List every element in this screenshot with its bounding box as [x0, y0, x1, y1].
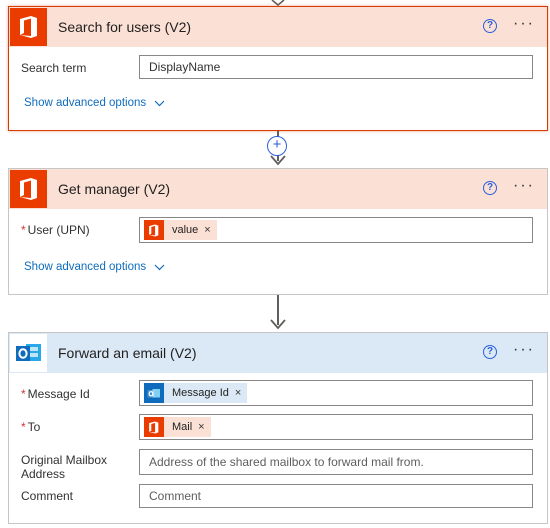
field-label-message-id: * Message Id: [21, 387, 90, 401]
search-term-value: DisplayName: [149, 60, 221, 74]
add-step-button[interactable]: +: [267, 136, 287, 156]
comment-placeholder: Comment: [149, 489, 202, 503]
card-title: Get manager (V2): [58, 181, 171, 197]
help-icon[interactable]: ?: [483, 19, 497, 33]
to-input[interactable]: Mail ×: [139, 414, 533, 440]
more-options-icon[interactable]: ···: [513, 16, 535, 32]
token-label: value: [172, 224, 199, 236]
help-icon[interactable]: ?: [483, 345, 497, 359]
token-label: Mail: [172, 421, 193, 433]
more-options-icon[interactable]: ···: [513, 342, 535, 358]
search-term-input[interactable]: DisplayName: [139, 55, 533, 79]
field-label-comment: Comment: [21, 489, 74, 503]
card-header[interactable]: Search for users (V2) ? ···: [9, 7, 547, 47]
field-label-text: Message Id: [27, 387, 90, 401]
card-title: Search for users (V2): [58, 19, 192, 35]
chevron-down-icon: [154, 264, 165, 270]
more-options-icon[interactable]: ···: [513, 178, 535, 194]
office-logo-icon: [10, 8, 47, 46]
show-advanced-options-link[interactable]: Show advanced options: [24, 97, 165, 109]
help-icon[interactable]: ?: [483, 181, 497, 195]
dynamic-content-token[interactable]: Message Id ×: [144, 383, 248, 403]
comment-input[interactable]: Comment: [139, 484, 533, 508]
dynamic-content-token[interactable]: value ×: [144, 220, 217, 240]
remove-token-icon[interactable]: ×: [198, 421, 204, 433]
show-advanced-options-link[interactable]: Show advanced options: [24, 261, 165, 273]
outlook-logo-icon: [144, 383, 164, 403]
outlook-logo-icon: [10, 334, 47, 372]
required-marker: *: [21, 387, 26, 401]
original-mailbox-address-input[interactable]: Address of the shared mailbox to forward…: [139, 449, 533, 475]
office-logo-icon: [144, 220, 164, 240]
required-marker: *: [21, 420, 26, 434]
user-upn-input[interactable]: value ×: [139, 217, 533, 243]
show-advanced-options-label: Show advanced options: [24, 261, 147, 273]
field-label-text: To: [27, 420, 41, 434]
dynamic-content-token[interactable]: Mail ×: [144, 417, 211, 437]
show-advanced-options-label: Show advanced options: [24, 97, 147, 109]
field-label-to: * To: [21, 420, 40, 434]
card-header[interactable]: Get manager (V2) ? ···: [9, 169, 547, 209]
field-label-user-upn: * User (UPN): [21, 223, 90, 237]
office-logo-icon: [144, 417, 164, 437]
field-label-original-mailbox-address: Original Mailbox Address: [21, 453, 108, 481]
chevron-down-icon: [154, 100, 165, 106]
required-marker: *: [21, 223, 26, 237]
card-title: Forward an email (V2): [58, 345, 197, 361]
remove-token-icon[interactable]: ×: [235, 387, 241, 399]
connector-arrowhead: [270, 319, 286, 330]
remove-token-icon[interactable]: ×: [204, 224, 210, 236]
action-card-forward-email[interactable]: Forward an email (V2) ? ··· * Message Id …: [8, 332, 548, 524]
token-label: Message Id: [172, 387, 229, 399]
action-card-search-users[interactable]: Search for users (V2) ? ··· Search term …: [8, 6, 548, 131]
office-logo-icon: [10, 170, 47, 208]
message-id-input[interactable]: Message Id ×: [139, 380, 533, 406]
field-label-search-term: Search term: [21, 61, 87, 75]
connector-arrowhead: [270, 155, 286, 166]
action-card-get-manager[interactable]: Get manager (V2) ? ··· * User (UPN) value…: [8, 168, 548, 295]
card-header[interactable]: Forward an email (V2) ? ···: [9, 333, 547, 373]
original-mailbox-address-placeholder: Address of the shared mailbox to forward…: [149, 455, 424, 469]
field-label-text: User (UPN): [27, 223, 90, 237]
